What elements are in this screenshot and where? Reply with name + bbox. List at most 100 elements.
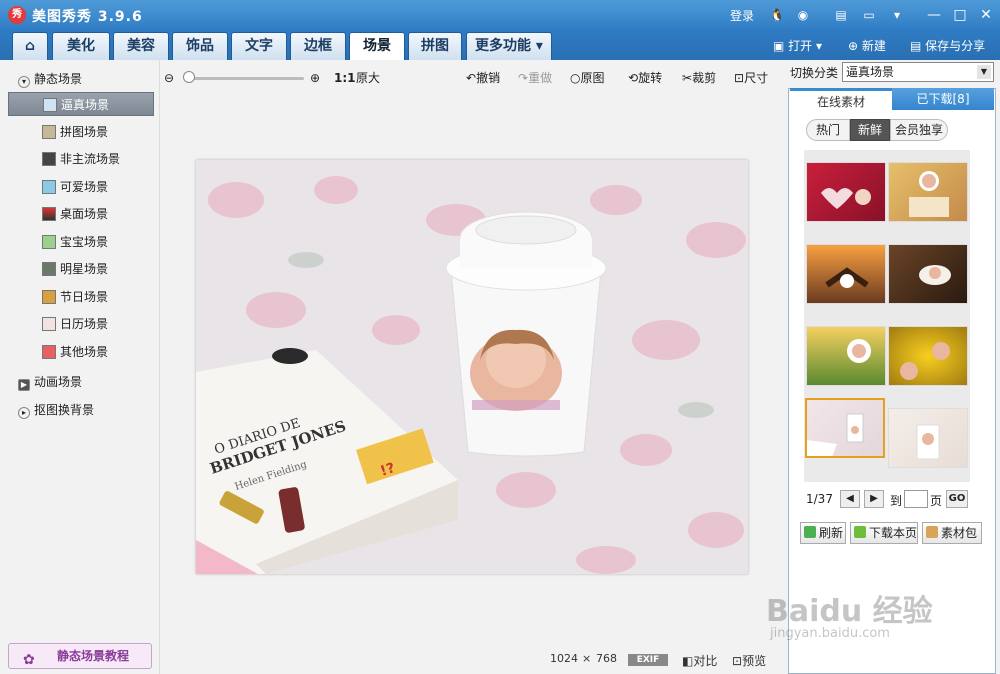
tab-accessories[interactable]: 饰品: [172, 32, 228, 60]
material-thumb[interactable]: [806, 162, 886, 222]
zoom-slider-handle[interactable]: [183, 71, 195, 83]
page-number-input[interactable]: [904, 490, 928, 508]
material-thumb[interactable]: [888, 326, 968, 386]
maximize-button[interactable]: □: [948, 5, 972, 25]
ratio-button[interactable]: 1:1: [334, 68, 356, 88]
minimize-button[interactable]: —: [922, 5, 946, 25]
go-button[interactable]: GO: [946, 490, 968, 508]
zoom-in-button[interactable]: ⊕: [310, 68, 320, 88]
tree-item-label: 非主流场景: [60, 152, 121, 166]
refresh-button[interactable]: 刷新: [800, 522, 846, 544]
redo-label: 重做: [528, 71, 553, 85]
rotate-button[interactable]: ⟲旋转: [628, 68, 662, 88]
undo-label: 撤销: [476, 71, 501, 85]
note-icon[interactable]: ▤: [832, 6, 850, 24]
tree-item-nonmainstream[interactable]: 非主流场景: [8, 147, 154, 171]
redo-button[interactable]: ↷重做: [518, 68, 552, 88]
material-thumb[interactable]: [888, 162, 968, 222]
login-link[interactable]: 登录: [730, 7, 754, 24]
tree-animated-label: 动画场景: [34, 375, 83, 389]
tree-static-root[interactable]: ▾ 静态场景: [18, 70, 82, 88]
new-button[interactable]: ⊕ 新建: [848, 37, 886, 54]
category-select[interactable]: 逼真场景 ▼: [842, 62, 994, 82]
tree-item-other[interactable]: 其他场景: [8, 340, 154, 364]
animation-icon: ▶: [18, 379, 30, 391]
tree-item-realistic[interactable]: 逼真场景: [8, 92, 154, 116]
material-thumb-selected[interactable]: [805, 398, 885, 458]
tree-cutout-label: 抠图换背景: [34, 403, 95, 417]
tree-item-label: 明星场景: [60, 262, 109, 276]
size-button[interactable]: ⊡尺寸: [734, 68, 768, 88]
main-tab-bar: ⌂ 美化 美容 饰品 文字 边框 场景 拼图 更多功能 ▾ ▣ 打开 ▾ ⊕ 新…: [0, 30, 1000, 60]
qq-icon[interactable]: 🐧: [768, 6, 786, 24]
preview-button[interactable]: ⊡预览: [732, 652, 766, 669]
scene-tutorial-button[interactable]: ✿ 静态场景教程: [8, 643, 152, 669]
zoom-slider-track[interactable]: [186, 77, 304, 80]
tab-text[interactable]: 文字: [231, 32, 287, 60]
tree-item-cute[interactable]: 可爱场景: [8, 175, 154, 199]
category-select-value: 逼真场景: [846, 65, 895, 79]
undo-button[interactable]: ↶撤销: [466, 68, 500, 88]
photo-canvas[interactable]: O DIARIO DE BRIDGET JONES Helen Fielding…: [196, 160, 748, 574]
material-thumb[interactable]: [888, 244, 968, 304]
material-pack-button[interactable]: 素材包: [922, 522, 982, 544]
original-size-button[interactable]: 原大: [356, 68, 380, 88]
tree-item-desktop[interactable]: 桌面场景: [8, 202, 154, 226]
crop-button[interactable]: ✂裁剪: [682, 68, 716, 88]
tree-item-label: 逼真场景: [61, 98, 110, 112]
tree-item-label: 节日场景: [60, 290, 109, 304]
crop-label: 裁剪: [692, 71, 717, 85]
page-indicator: 1/37: [806, 492, 833, 506]
compare-button[interactable]: ◧对比: [682, 652, 717, 669]
tree-item-baby[interactable]: 宝宝场景: [8, 230, 154, 254]
menu-icon[interactable]: ▾: [888, 6, 906, 24]
title-bar: 秀 美图秀秀 3.9.6 登录 🐧 ◉ ▤ ▭ ▾ — □ ✕: [0, 0, 1000, 30]
tree-item-star[interactable]: 明星场景: [8, 257, 154, 281]
scene-icon: [42, 235, 56, 249]
page-unit-label: 页: [930, 494, 943, 508]
tab-scene[interactable]: 场景: [349, 32, 405, 60]
material-thumb[interactable]: [806, 244, 886, 304]
prev-page-button[interactable]: ◀: [840, 490, 860, 508]
compare-icon: ◧: [682, 654, 694, 668]
message-icon[interactable]: ▭: [860, 6, 878, 24]
tutorial-label: 静态场景教程: [57, 649, 130, 663]
tab-collage[interactable]: 拼图: [408, 32, 462, 60]
app-logo: 秀: [8, 6, 26, 24]
tree-item-collage[interactable]: 拼图场景: [8, 120, 154, 144]
preview-icon: ⊡: [732, 654, 743, 668]
filter-new[interactable]: 新鲜: [850, 119, 890, 141]
tree-item-holiday[interactable]: 节日场景: [8, 285, 154, 309]
tree-item-calendar[interactable]: 日历场景: [8, 312, 154, 336]
filter-hot[interactable]: 热门: [806, 119, 850, 141]
tab-beauty[interactable]: 美容: [113, 32, 169, 60]
filter-members[interactable]: 会员独享: [890, 119, 948, 141]
baidu-watermark: Baidu 经验 jingyan.baidu.com: [766, 586, 933, 641]
tab-more[interactable]: 更多功能 ▾: [466, 32, 552, 60]
next-page-button[interactable]: ▶: [864, 490, 884, 508]
zoom-out-button[interactable]: ⊖: [164, 68, 174, 88]
exif-button[interactable]: EXIF: [628, 654, 668, 666]
exif-label: EXIF: [636, 655, 660, 665]
material-thumb[interactable]: [806, 326, 886, 386]
tab-border[interactable]: 边框: [290, 32, 346, 60]
download-page-button[interactable]: 下载本页: [850, 522, 918, 544]
rotate-icon: ⟲: [628, 71, 639, 85]
home-icon: ⌂: [24, 38, 36, 54]
material-thumb[interactable]: [888, 408, 968, 468]
preview-label: 预览: [742, 654, 767, 668]
paw-icon: ✿: [23, 652, 35, 668]
tab-downloaded[interactable]: 已下载[8]: [892, 88, 994, 110]
save-share-button[interactable]: ▤ 保存与分享: [910, 37, 985, 54]
tree-cutout-root[interactable]: ▸ 抠图换背景: [18, 401, 94, 419]
tab-beautify[interactable]: 美化: [52, 32, 110, 60]
close-button[interactable]: ✕: [974, 5, 998, 25]
download-icon: [854, 526, 866, 538]
home-tab[interactable]: ⌂: [12, 32, 48, 60]
tab-online-material[interactable]: 在线素材: [790, 88, 892, 110]
weibo-icon[interactable]: ◉: [794, 6, 812, 24]
tree-animated-root[interactable]: ▶ 动画场景: [18, 373, 82, 391]
open-button[interactable]: ▣ 打开 ▾: [773, 37, 822, 54]
tree-item-label: 桌面场景: [60, 207, 109, 221]
original-button[interactable]: ○原图: [570, 68, 605, 88]
